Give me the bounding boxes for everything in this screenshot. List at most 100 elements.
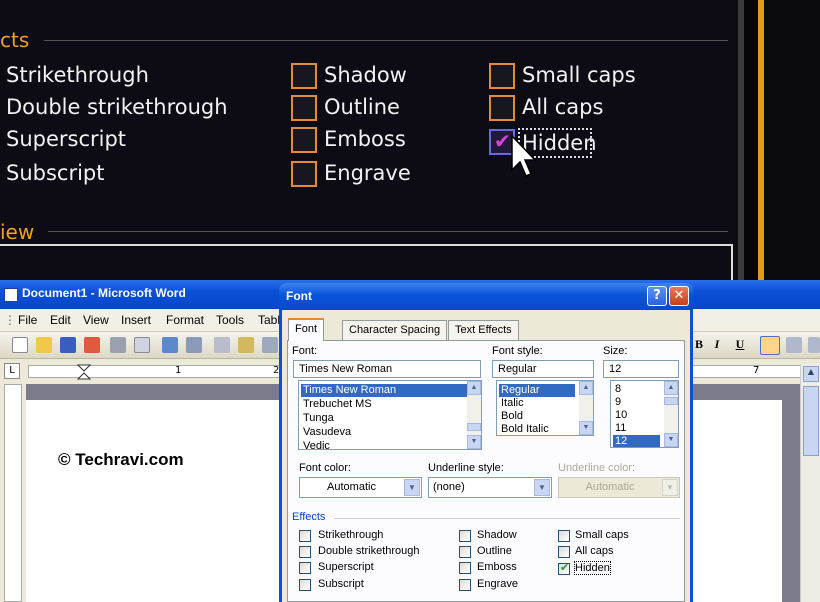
size-list-scrollbar[interactable]: ▲ ▼ xyxy=(664,381,678,447)
paste-icon[interactable] xyxy=(238,337,254,353)
shadow-checkbox[interactable] xyxy=(459,530,471,542)
scroll-up-arrow-icon[interactable]: ▲ xyxy=(579,381,593,395)
align-right-icon[interactable] xyxy=(808,337,820,353)
size-item[interactable]: 12 xyxy=(613,435,660,447)
scroll-up-arrow-icon[interactable]: ▲ xyxy=(664,381,678,395)
zoom-small-caps-label[interactable]: Small caps xyxy=(522,63,636,87)
font-style-item[interactable]: Bold xyxy=(499,410,523,423)
engrave-label[interactable]: Engrave xyxy=(477,578,518,590)
font-list-item[interactable]: Tunga xyxy=(301,412,334,425)
superscript-label[interactable]: Superscript xyxy=(318,561,374,573)
all-caps-checkbox[interactable] xyxy=(558,546,570,558)
zoom-outline-label[interactable]: Outline xyxy=(324,95,400,119)
font-list-item[interactable]: Trebuchet MS xyxy=(301,398,372,411)
emboss-checkbox[interactable] xyxy=(459,562,471,574)
save-icon[interactable] xyxy=(60,337,76,353)
font-name-field[interactable]: Times New Roman xyxy=(293,360,481,378)
zoom-emboss-checkbox[interactable] xyxy=(291,127,317,153)
font-style-item[interactable]: Bold Italic xyxy=(499,423,549,435)
scroll-thumb[interactable] xyxy=(803,386,819,456)
size-item[interactable]: 10 xyxy=(613,409,627,422)
hidden-checkbox[interactable] xyxy=(558,561,570,575)
zoom-engrave-label[interactable]: Engrave xyxy=(324,161,411,185)
dropdown-arrow-icon[interactable]: ▼ xyxy=(534,479,550,496)
small-caps-label[interactable]: Small caps xyxy=(575,529,629,541)
print-icon[interactable] xyxy=(110,337,126,353)
zoom-shadow-label[interactable]: Shadow xyxy=(324,63,407,87)
outline-label[interactable]: Outline xyxy=(477,545,512,557)
word-app-icon[interactable] xyxy=(4,288,18,302)
help-button-icon[interactable]: ? xyxy=(647,286,667,306)
menu-view[interactable]: View xyxy=(83,313,109,327)
superscript-checkbox[interactable] xyxy=(299,562,311,574)
dropdown-arrow-icon[interactable]: ▼ xyxy=(404,479,420,496)
scroll-down-arrow-icon[interactable]: ▼ xyxy=(664,433,678,447)
zoom-shadow-checkbox[interactable] xyxy=(291,63,317,89)
strikethrough-checkbox[interactable] xyxy=(299,530,311,542)
close-button-icon[interactable]: ✕ xyxy=(669,286,689,306)
menu-tools[interactable]: Tools xyxy=(216,313,244,327)
zoom-outline-checkbox[interactable] xyxy=(291,95,317,121)
all-caps-label[interactable]: All caps xyxy=(575,545,614,557)
italic-button[interactable]: I xyxy=(708,335,726,353)
new-document-icon[interactable] xyxy=(12,337,28,353)
strikethrough-label[interactable]: Strikethrough xyxy=(318,529,383,541)
menu-edit[interactable]: Edit xyxy=(50,313,71,327)
size-field[interactable]: 12 xyxy=(603,360,679,378)
dialog-title-bar[interactable]: Font ? ✕ xyxy=(279,283,693,310)
font-list-item[interactable]: Times New Roman xyxy=(301,384,467,397)
outline-checkbox[interactable] xyxy=(459,546,471,558)
undo-icon[interactable] xyxy=(262,337,278,353)
tab-selector-icon[interactable]: L xyxy=(4,363,20,379)
font-style-item[interactable]: Italic xyxy=(499,397,524,410)
zoom-all-caps-label[interactable]: All caps xyxy=(522,95,603,119)
research-icon[interactable] xyxy=(186,337,202,353)
align-center-icon[interactable] xyxy=(786,337,802,353)
zoom-engrave-checkbox[interactable] xyxy=(291,161,317,187)
size-item[interactable]: 11 xyxy=(613,422,626,435)
tab-text-effects[interactable]: Text Effects xyxy=(448,320,519,340)
zoom-all-caps-checkbox[interactable] xyxy=(489,95,515,121)
menu-file[interactable]: File xyxy=(18,313,37,327)
align-left-icon[interactable] xyxy=(760,336,780,355)
font-list-scrollbar[interactable]: ▲ ▼ xyxy=(467,381,481,449)
tab-font[interactable]: Font xyxy=(288,318,325,341)
zoom-double-strikethrough-label[interactable]: Double strikethrough xyxy=(6,95,228,119)
font-list-item[interactable]: Vasudeva xyxy=(301,426,351,439)
menu-table[interactable]: Tabl xyxy=(258,313,280,327)
font-list[interactable]: Times New Roman Trebuchet MS Tunga Vasud… xyxy=(298,380,482,450)
hidden-label[interactable]: Hidden xyxy=(574,561,611,575)
size-item[interactable]: 8 xyxy=(613,383,621,396)
menu-insert[interactable]: Insert xyxy=(121,313,151,327)
zoom-subscript-label[interactable]: Subscript xyxy=(6,161,105,185)
zoom-strikethrough-label[interactable]: Strikethrough xyxy=(6,63,149,87)
font-style-list[interactable]: Regular Italic Bold Bold Italic ▲ ▼ xyxy=(496,380,594,436)
permission-icon[interactable] xyxy=(84,337,100,353)
scroll-up-icon[interactable]: ▲ xyxy=(803,366,819,382)
print-preview-icon[interactable] xyxy=(134,337,150,353)
subscript-label[interactable]: Subscript xyxy=(318,578,364,590)
size-list-thumb[interactable] xyxy=(664,397,678,405)
indent-marker-icon[interactable] xyxy=(77,364,91,380)
scroll-down-arrow-icon[interactable]: ▼ xyxy=(467,435,481,449)
font-color-dropdown[interactable]: Automatic ▼ xyxy=(299,477,422,498)
spelling-icon[interactable] xyxy=(162,337,178,353)
vertical-scrollbar[interactable]: ▲ xyxy=(800,364,820,602)
size-list[interactable]: 8 9 10 11 12 ▲ ▼ xyxy=(610,380,679,448)
emboss-label[interactable]: Emboss xyxy=(477,561,517,573)
font-list-item[interactable]: Vedic xyxy=(301,440,330,449)
font-style-item[interactable]: Regular xyxy=(499,384,575,397)
double-strikethrough-label[interactable]: Double strikethrough xyxy=(318,545,420,557)
font-style-field[interactable]: Regular xyxy=(492,360,594,378)
font-list-thumb[interactable] xyxy=(467,423,481,431)
engrave-checkbox[interactable] xyxy=(459,579,471,591)
scroll-down-arrow-icon[interactable]: ▼ xyxy=(579,421,593,435)
scroll-up-arrow-icon[interactable]: ▲ xyxy=(467,381,481,395)
size-item[interactable]: 9 xyxy=(613,396,621,409)
underline-style-dropdown[interactable]: (none) ▼ xyxy=(428,477,552,498)
open-folder-icon[interactable] xyxy=(36,337,52,353)
font-style-scrollbar[interactable]: ▲ ▼ xyxy=(579,381,593,435)
menu-format[interactable]: Format xyxy=(166,313,204,327)
subscript-checkbox[interactable] xyxy=(299,579,311,591)
zoom-emboss-label[interactable]: Emboss xyxy=(324,127,406,151)
